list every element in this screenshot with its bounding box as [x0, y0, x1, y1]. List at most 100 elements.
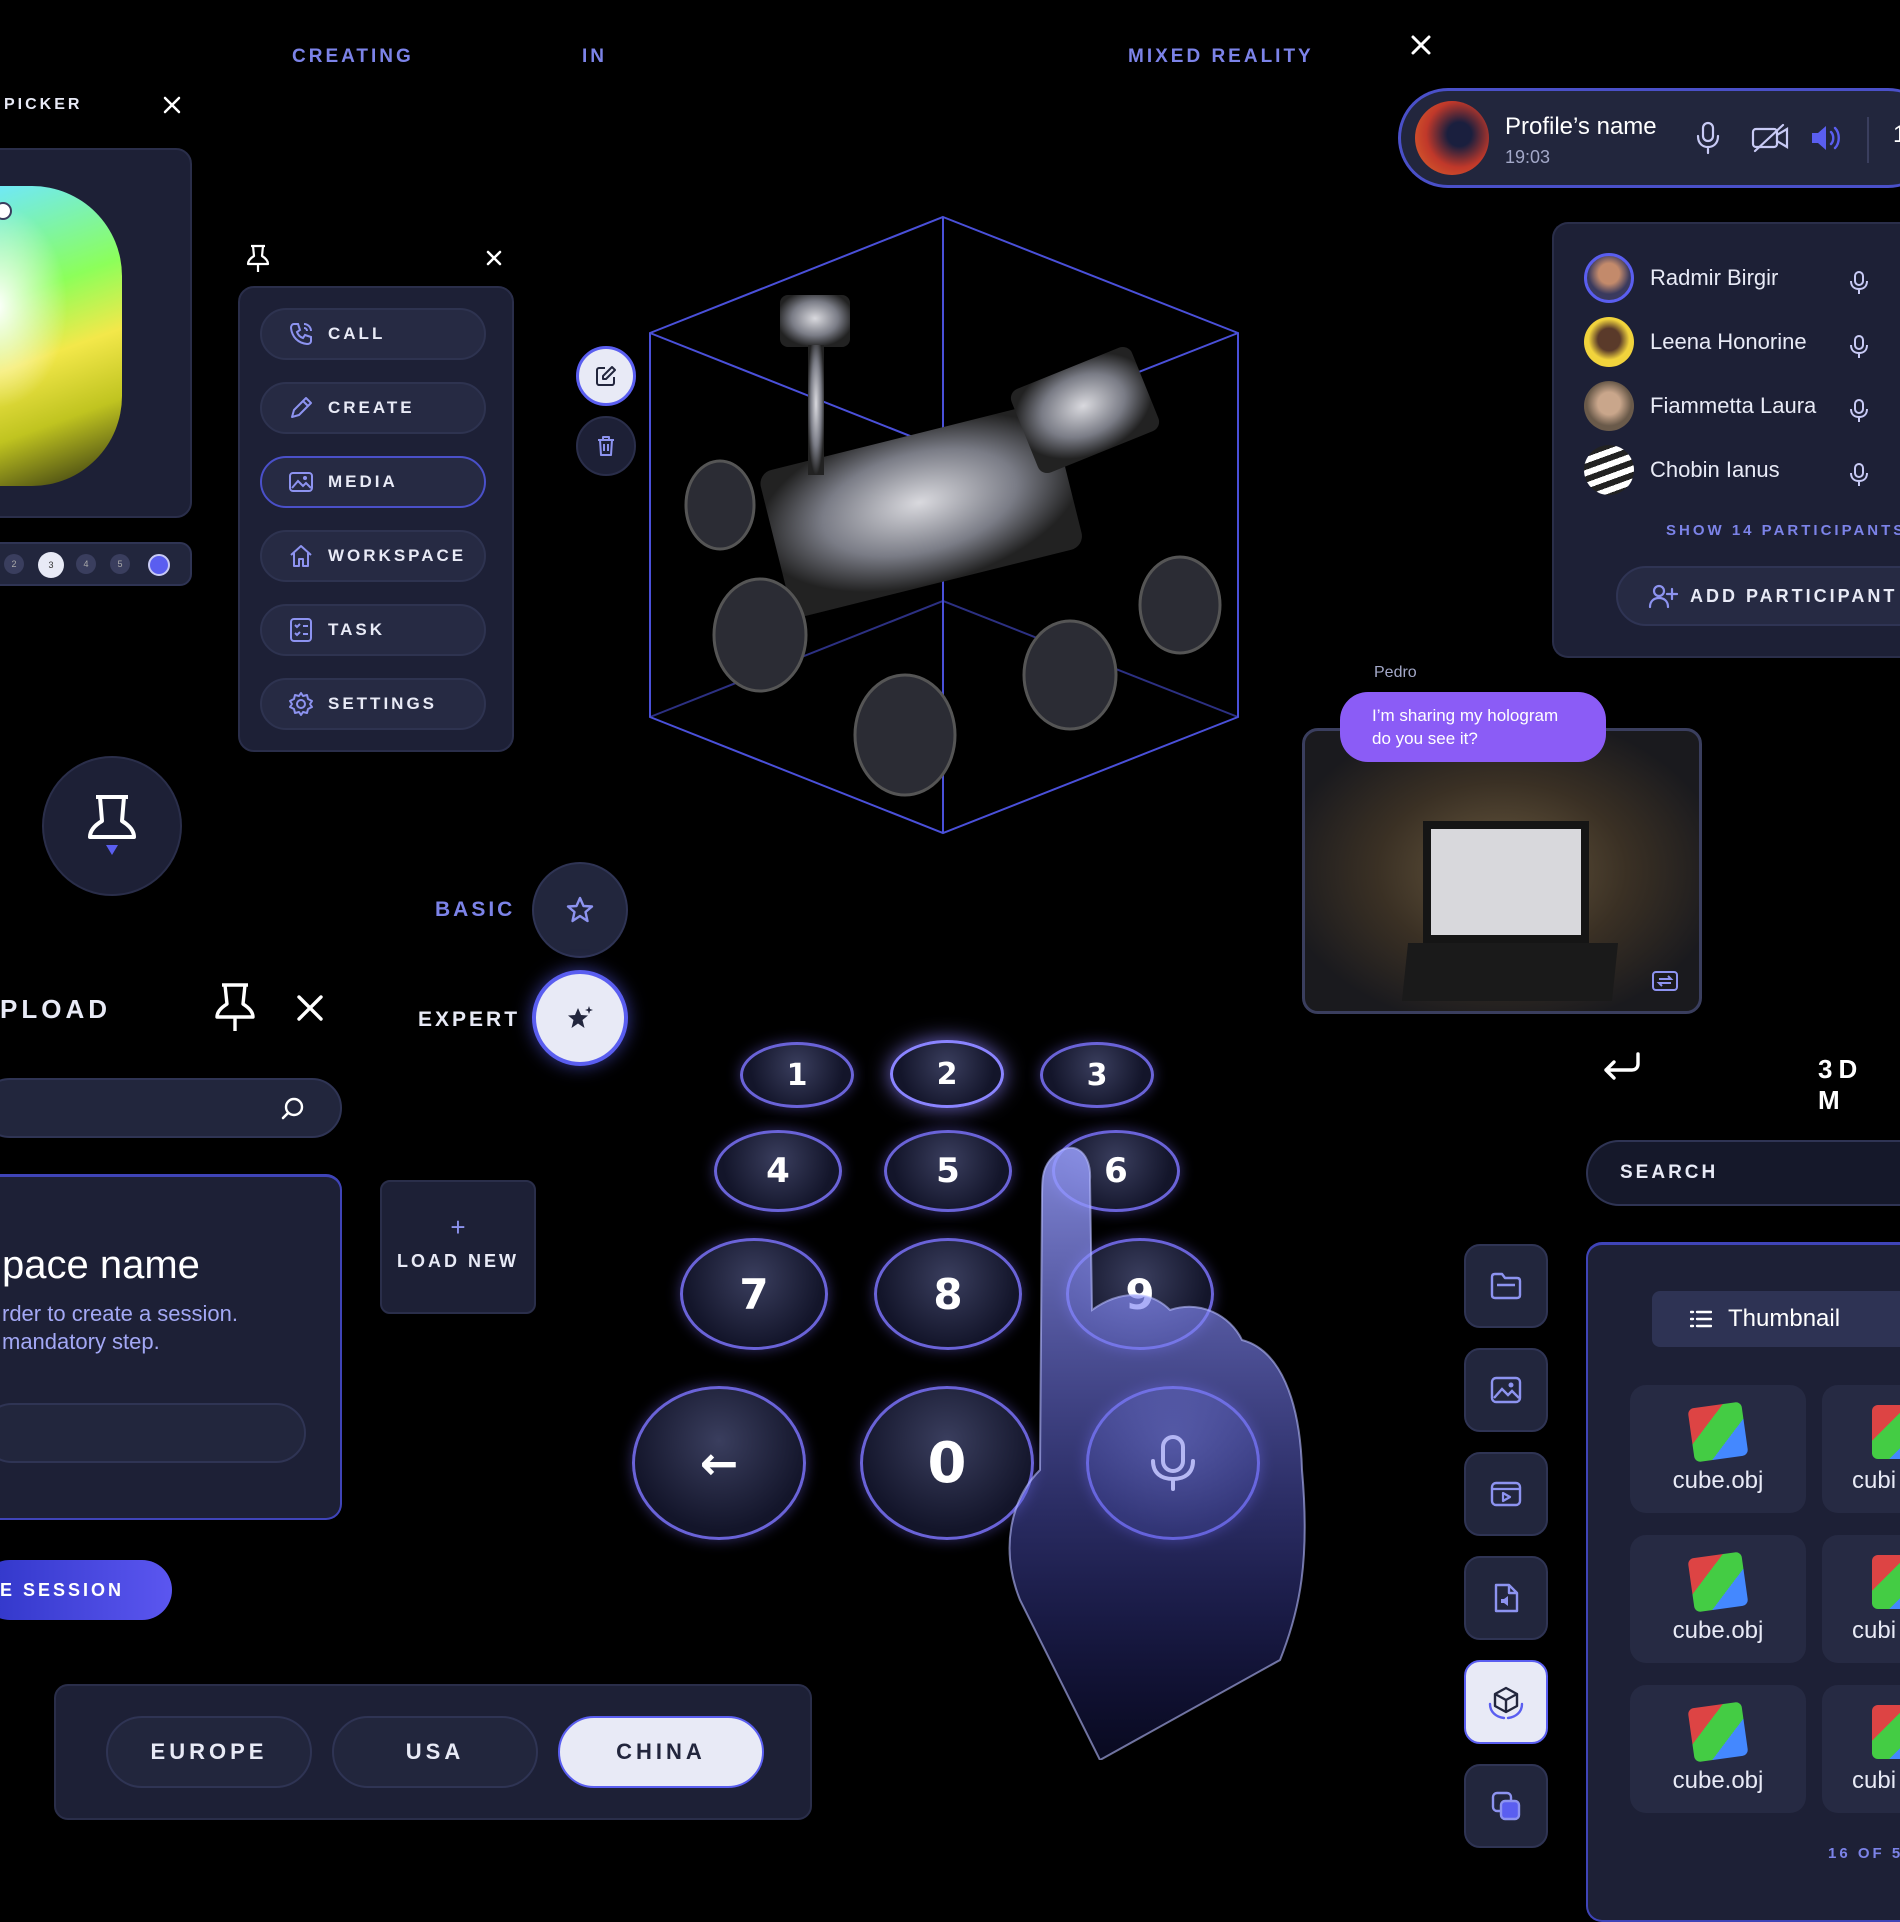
pin-icon[interactable] [214, 982, 256, 1039]
microphone-icon[interactable] [1695, 121, 1721, 155]
laptop-keyboard [1401, 943, 1619, 1001]
participant-row[interactable]: Fiammetta Laura [1584, 378, 1816, 434]
model-tile[interactable]: cube.obj [1630, 1535, 1806, 1663]
region-usa[interactable]: USA [332, 1716, 538, 1788]
session-card-desc-line2: mandatory step. [2, 1329, 160, 1354]
model-tile[interactable]: cube.obj [1630, 1385, 1806, 1513]
cube-thumbnail-icon [1687, 1551, 1749, 1613]
menu-item-label: SETTINGS [328, 694, 438, 713]
mode-expert-button[interactable] [532, 970, 628, 1066]
chat-message-line1: I’m sharing my hologram [1372, 706, 1559, 725]
model-tile[interactable]: cubi [1822, 1685, 1900, 1813]
call-time: 19:03 [1505, 147, 1551, 167]
session-card-desc-line1: rder to create a session. [2, 1301, 239, 1326]
menu-item-label: TASK [328, 620, 386, 639]
close-icon[interactable] [1408, 32, 1434, 58]
swatch-selected[interactable]: 3 [38, 552, 64, 578]
keypad-key-4[interactable]: 4 [714, 1130, 842, 1212]
camera-off-icon[interactable] [1751, 123, 1789, 153]
sidebar-item-video[interactable] [1464, 1452, 1548, 1536]
menu-item-call[interactable]: CALL [260, 308, 486, 360]
menu-item-media[interactable]: MEDIA [260, 456, 486, 508]
models-search-input[interactable]: SEARCH [1586, 1140, 1900, 1206]
microphone-icon [1850, 271, 1868, 294]
close-icon[interactable] [294, 992, 326, 1029]
sidebar-item-audio[interactable] [1464, 1556, 1548, 1640]
call-header: Profile’s name 19:03 1 [1398, 88, 1900, 188]
participant-row[interactable]: Radmir Birgir [1584, 250, 1778, 306]
close-icon[interactable] [484, 248, 504, 273]
shared-video[interactable] [1302, 728, 1702, 1014]
model-file-name: cube.obj [1672, 1617, 1764, 1644]
back-arrow-icon[interactable] [1600, 1050, 1642, 1082]
load-new-label: LOAD NEW [397, 1251, 519, 1271]
speaker-icon[interactable] [1809, 123, 1843, 153]
keypad-key-1[interactable]: 1 [740, 1042, 854, 1108]
star-icon [566, 896, 594, 923]
avatar [1584, 445, 1634, 495]
upload-search-input[interactable] [0, 1078, 342, 1138]
menu-item-workspace[interactable]: WORKSPACE [260, 530, 486, 582]
profile-name: Profile’s name [1505, 113, 1657, 140]
keypad-key-7[interactable]: 7 [680, 1238, 828, 1350]
close-icon[interactable] [160, 93, 184, 117]
participants-panel: Radmir Birgir Leena Honorine Fiammetta L… [1552, 222, 1900, 658]
upload-title: PLOAD [0, 994, 111, 1024]
sidebar-item-folder[interactable] [1464, 1244, 1548, 1328]
menu-item-task[interactable]: TASK [260, 604, 486, 656]
swatch[interactable]: 5 [110, 554, 130, 574]
search-icon [281, 1097, 304, 1120]
show-participants-link[interactable]: SHOW 14 PARTICIPANTS [1666, 522, 1900, 539]
laptop-screen [1423, 821, 1589, 943]
participant-name: Radmir Birgir [1650, 265, 1779, 290]
sidebar-item-image[interactable] [1464, 1348, 1548, 1432]
delete-button[interactable] [576, 416, 636, 476]
swatch[interactable]: 4 [76, 554, 96, 574]
edit-button[interactable] [576, 346, 636, 406]
model-tile[interactable]: cubi [1822, 1535, 1900, 1663]
current-color-swatch[interactable] [148, 554, 170, 576]
sidebar-item-layers[interactable] [1464, 1764, 1548, 1848]
sidebar-item-3d[interactable] [1464, 1660, 1548, 1744]
hand-hologram [980, 1140, 1370, 1762]
create-session-button[interactable]: E SESSION [0, 1560, 172, 1620]
swatch[interactable]: 2 [4, 554, 24, 574]
model-file-name: cube.obj [1672, 1467, 1764, 1494]
home-icon [290, 545, 312, 567]
session-name-input[interactable] [0, 1403, 306, 1463]
region-europe[interactable]: EUROPE [106, 1716, 312, 1788]
participant-row[interactable]: Chobin Ianus [1584, 442, 1780, 498]
video-icon [1490, 1481, 1522, 1507]
edit-icon [596, 366, 616, 386]
cube-thumbnail-icon [1687, 1401, 1749, 1463]
model-tile[interactable]: cube.obj [1630, 1685, 1806, 1813]
menu-item-create[interactable]: CREATE [260, 382, 486, 434]
keypad-key-3[interactable]: 3 [1040, 1042, 1154, 1108]
image-icon [1490, 1376, 1522, 1404]
pagination-label: 16 OF 5 [1828, 1845, 1900, 1862]
color-picker-title: PICKER [4, 96, 83, 113]
microphone-icon [1850, 399, 1868, 422]
pin-button[interactable] [42, 756, 182, 896]
participant-row[interactable]: Leena Honorine [1584, 314, 1807, 370]
models-search-placeholder: SEARCH [1620, 1162, 1719, 1183]
hologram-model[interactable] [640, 205, 1250, 845]
model-file-name: cube.obj [1672, 1767, 1764, 1794]
view-toggle-button[interactable]: Thumbnail [1652, 1291, 1900, 1347]
mode-expert-label: EXPERT [418, 1008, 521, 1031]
avatar[interactable] [1415, 101, 1489, 175]
mode-basic-button[interactable] [532, 862, 628, 958]
menu-item-settings[interactable]: SETTINGS [260, 678, 486, 730]
color-wheel[interactable] [0, 186, 122, 486]
cube-icon [1488, 1686, 1524, 1720]
chat-sender: Pedro [1374, 664, 1417, 681]
keypad-key-2[interactable]: 2 [890, 1040, 1004, 1108]
region-china[interactable]: CHINA [558, 1716, 764, 1788]
rover-silhouette [760, 295, 1160, 616]
model-tile[interactable]: cubi [1822, 1385, 1900, 1513]
cube-thumbnail-icon [1872, 1705, 1900, 1759]
add-participant-button[interactable]: ADD PARTICIPANT [1616, 566, 1900, 626]
pin-icon[interactable] [246, 244, 270, 279]
load-new-button[interactable]: + LOAD NEW [380, 1180, 536, 1314]
keypad-backspace-key[interactable]: ← [632, 1386, 806, 1540]
